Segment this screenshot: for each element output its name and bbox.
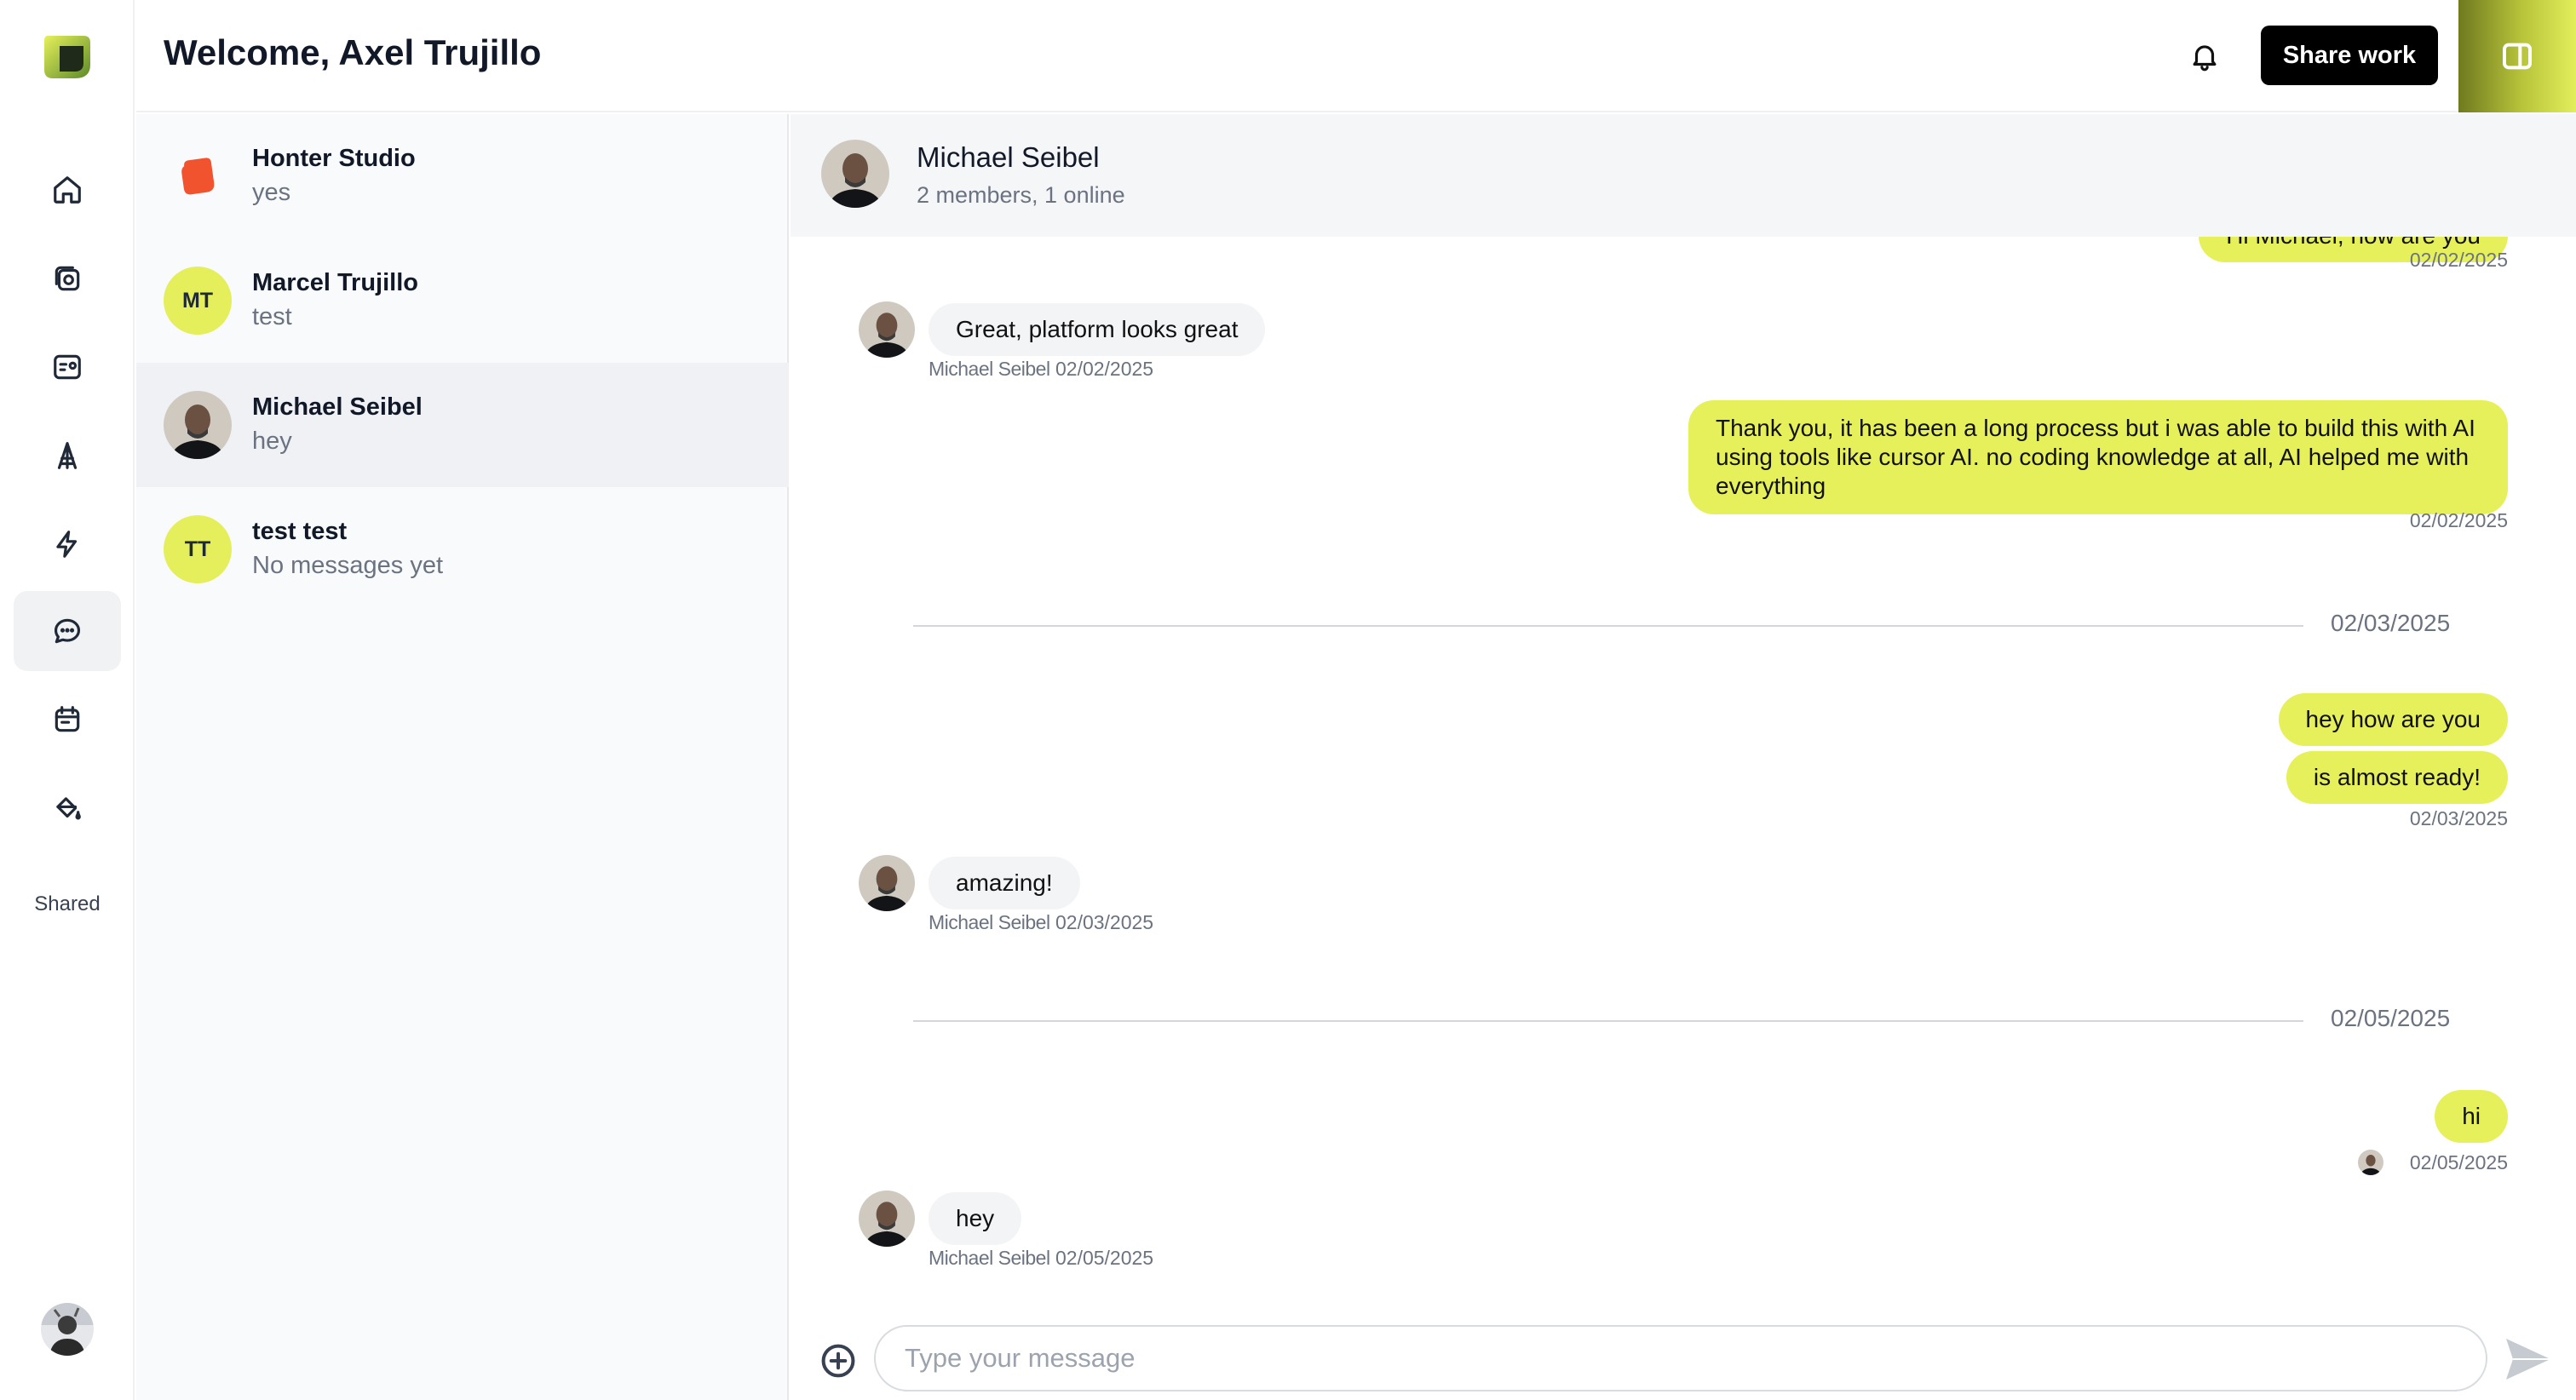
left-rail: Shared	[0, 0, 135, 1400]
date-divider-line	[913, 625, 2303, 627]
panel-toggle-button[interactable]	[2458, 0, 2576, 112]
conversation-item[interactable]: TT test test No messages yet	[136, 487, 789, 611]
send-button[interactable]	[2503, 1335, 2554, 1383]
message-timestamp: 02/03/2025	[2409, 807, 2508, 829]
message-timestamp: 02/02/2025	[2409, 249, 2508, 271]
conversation-preview: test	[252, 303, 292, 330]
conversation-avatar: MT	[164, 267, 232, 335]
gallery-icon	[55, 266, 80, 291]
conversation-preview: yes	[252, 179, 291, 206]
message-sender: Michael Seibel	[929, 911, 1050, 933]
incoming-message: hey	[929, 1192, 1022, 1245]
calendar-icon	[55, 706, 80, 732]
conversation-item[interactable]: Honter Studio yes	[136, 114, 789, 238]
nav-calendar[interactable]	[14, 680, 121, 760]
date-divider-label: 02/03/2025	[2331, 610, 2451, 636]
person-photo-icon	[2358, 1150, 2383, 1175]
read-receipt-avatar	[2358, 1150, 2383, 1175]
message-meta: Michael Seibel 02/05/2025	[929, 1247, 1153, 1270]
profile-card-icon	[54, 354, 81, 380]
share-work-button[interactable]: Share work	[2261, 26, 2438, 85]
conversation-name: Michael Seibel	[252, 393, 423, 421]
outgoing-message: hey how are you	[2278, 693, 2508, 746]
conversation-list: Honter Studio yes MT Marcel Trujillo tes…	[136, 114, 789, 1400]
app-logo[interactable]	[41, 31, 94, 82]
home-icon	[54, 176, 81, 204]
person-photo-icon	[164, 391, 232, 459]
message-input[interactable]	[874, 1325, 2487, 1391]
send-icon	[2506, 1339, 2550, 1380]
notifications-button[interactable]	[2186, 37, 2223, 75]
plus-circle-icon	[821, 1344, 855, 1378]
conversation-preview: hey	[252, 427, 292, 455]
page-title: Welcome, Axel Trujillo	[164, 32, 542, 72]
nav-gallery[interactable]	[14, 238, 121, 318]
attach-button[interactable]	[819, 1342, 857, 1380]
incoming-message: Great, platform looks great	[929, 303, 1266, 356]
sender-avatar	[859, 1191, 915, 1247]
message-date: 02/05/2025	[1055, 1247, 1154, 1269]
leaf-logo-icon	[44, 36, 90, 78]
message-timestamp: 02/02/2025	[2409, 509, 2508, 531]
user-photo-icon	[41, 1303, 94, 1356]
person-photo-icon	[859, 855, 915, 911]
date-divider-label: 02/05/2025	[2331, 1005, 2451, 1031]
nav-tower[interactable]	[14, 416, 121, 496]
outgoing-message: is almost ready!	[2286, 751, 2508, 804]
chat-avatar[interactable]	[821, 140, 889, 208]
conversation-avatar: TT	[164, 515, 232, 583]
outgoing-message: hi	[2435, 1090, 2508, 1143]
conversation-avatar	[164, 142, 232, 210]
date-divider-line	[913, 1020, 2303, 1022]
nav-paint[interactable]	[14, 768, 121, 848]
nav-profile-card[interactable]	[14, 327, 121, 407]
bell-icon	[2193, 45, 2217, 72]
sender-avatar	[859, 301, 915, 358]
incoming-message: amazing!	[929, 857, 1080, 909]
conversation-avatar	[164, 391, 232, 459]
chat-member-count: 2 members, 1 online	[917, 182, 1125, 208]
conversation-item[interactable]: MT Marcel Trujillo test	[136, 238, 789, 363]
message-timestamp: 02/05/2025	[2409, 1151, 2508, 1173]
tower-icon	[57, 442, 78, 469]
chat-header: Michael Seibel 2 members, 1 online	[791, 114, 2576, 237]
person-photo-icon	[859, 301, 915, 358]
nav-lightning[interactable]	[14, 504, 121, 584]
sidebar-panel-icon	[2503, 43, 2532, 70]
message-meta: Michael Seibel 02/02/2025	[929, 358, 1153, 381]
conversation-name: Marcel Trujillo	[252, 269, 418, 296]
nav-messages[interactable]	[14, 591, 121, 671]
nav-home[interactable]	[14, 150, 121, 230]
lightning-icon	[56, 531, 78, 558]
outgoing-message: Thank you, it has been a long process bu…	[1688, 400, 2508, 514]
message-date: 02/02/2025	[1055, 358, 1154, 380]
conversation-name: Honter Studio	[252, 145, 416, 172]
person-photo-icon	[859, 1191, 915, 1247]
chat-title: Michael Seibel	[917, 141, 1100, 173]
conversation-name: test test	[252, 518, 348, 545]
person-photo-icon	[821, 140, 889, 208]
message-thread[interactable]: Hi Michael, how are you 02/02/2025 Great…	[791, 237, 2576, 1311]
message-date: 02/03/2025	[1055, 911, 1154, 933]
top-header: Welcome, Axel Trujillo Share work	[136, 0, 2576, 112]
message-composer	[791, 1311, 2576, 1400]
conversation-item[interactable]: Michael Seibel hey	[136, 363, 789, 487]
conversation-preview: No messages yet	[252, 552, 444, 579]
sender-avatar	[859, 855, 915, 911]
paint-bucket-icon	[56, 797, 81, 820]
user-avatar[interactable]	[41, 1303, 94, 1356]
chat-panel: Michael Seibel 2 members, 1 online Hi Mi…	[791, 114, 2576, 1400]
shared-label[interactable]: Shared	[0, 892, 135, 916]
chat-bubble-icon	[54, 618, 81, 644]
message-meta: Michael Seibel 02/03/2025	[929, 911, 1153, 934]
message-sender: Michael Seibel	[929, 358, 1050, 380]
message-sender: Michael Seibel	[929, 1247, 1050, 1269]
honter-logo-icon	[181, 158, 215, 195]
